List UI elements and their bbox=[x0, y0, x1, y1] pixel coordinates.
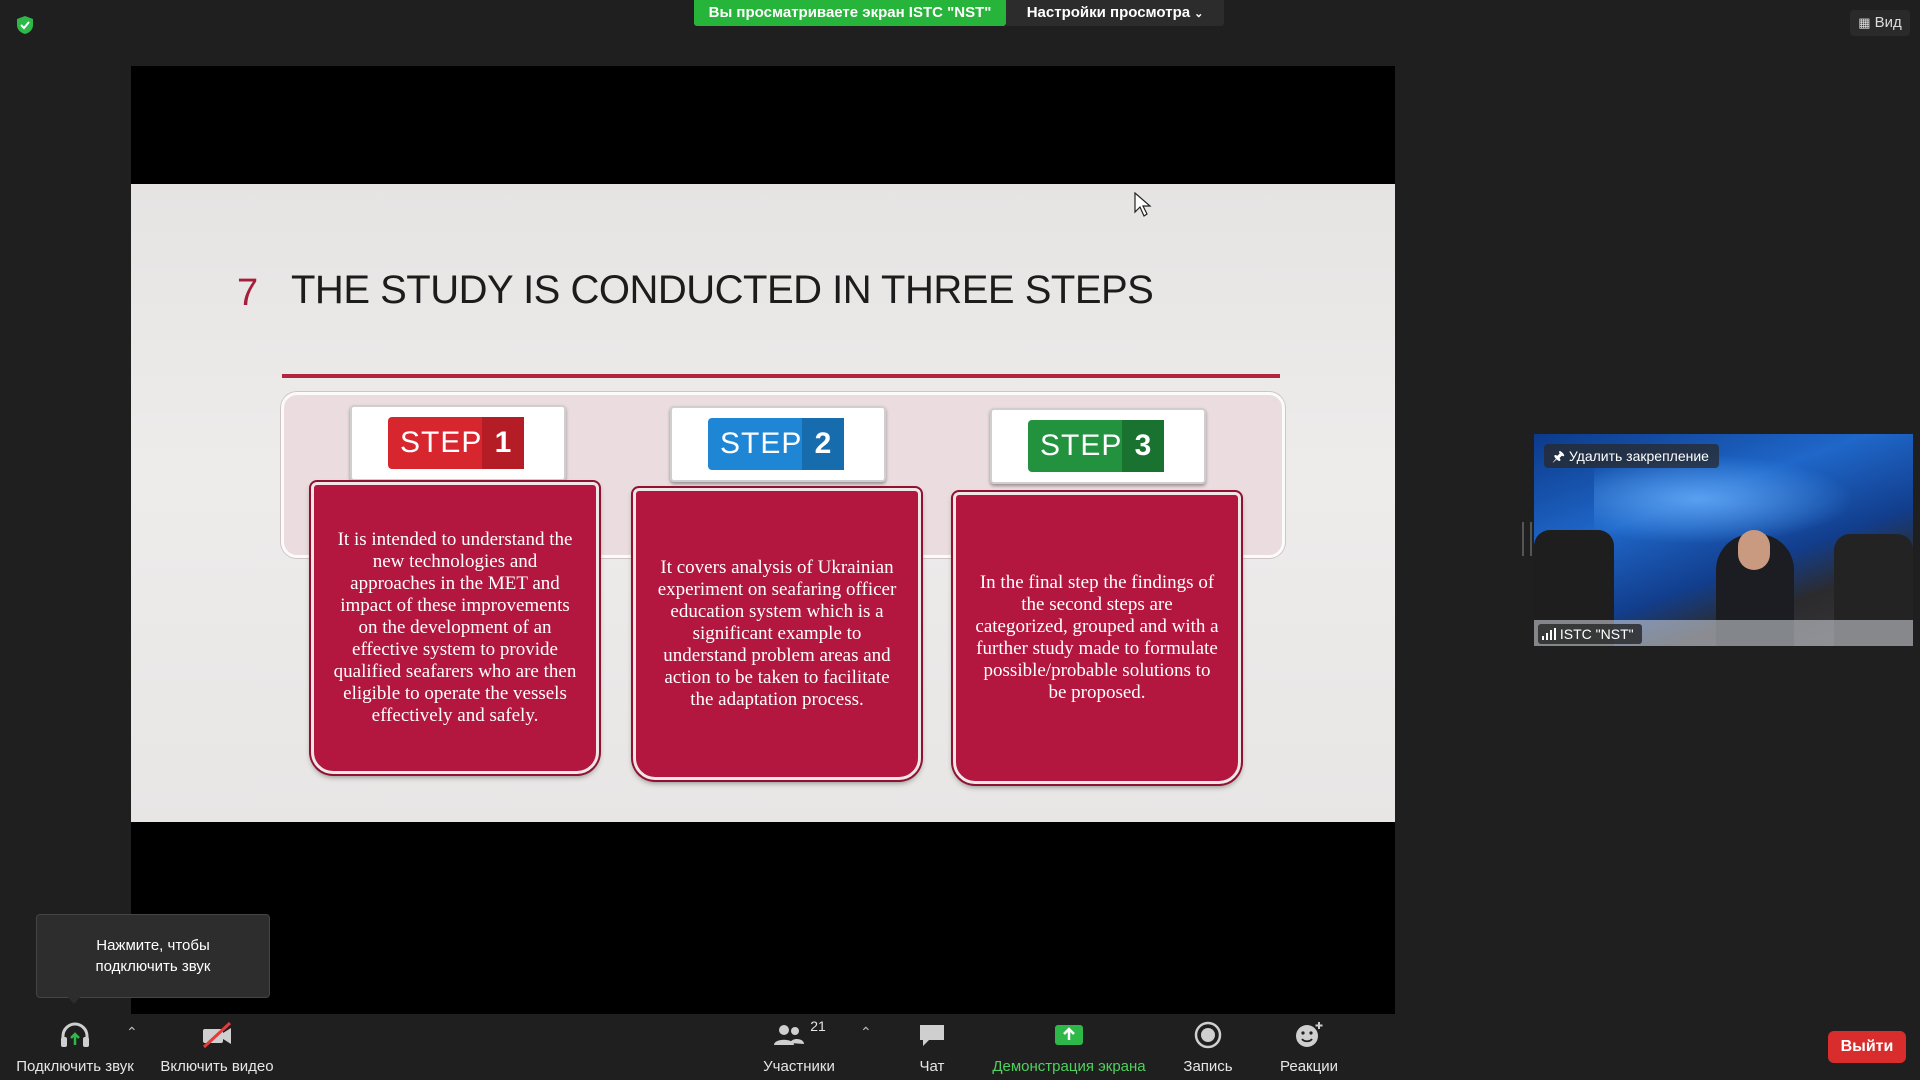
record-icon bbox=[1194, 1021, 1222, 1049]
headphones-icon bbox=[61, 1022, 89, 1047]
step-1-card: It is intended to understand the new tec… bbox=[311, 482, 599, 774]
view-button[interactable]: ▦ Вид bbox=[1850, 10, 1910, 36]
grid-icon: ▦ bbox=[1858, 15, 1871, 30]
mouse-cursor-icon bbox=[1134, 191, 1152, 223]
chat-button[interactable]: Чат bbox=[900, 1018, 964, 1075]
step-1-header: STEP 1 bbox=[350, 405, 566, 481]
tooltip-line-2: подключить звук bbox=[95, 958, 211, 975]
step-2-word: STEP bbox=[720, 427, 803, 460]
chat-icon bbox=[920, 1025, 944, 1046]
step-1-badge: STEP 1 bbox=[388, 417, 524, 469]
participant-name: ISTC "NST" bbox=[1559, 626, 1634, 642]
title-divider bbox=[282, 374, 1280, 378]
step-1-word: STEP bbox=[400, 426, 483, 459]
chat-label: Чат bbox=[919, 1058, 945, 1075]
reactions-label: Реакции bbox=[1280, 1058, 1338, 1075]
start-video-label: Включить видео bbox=[160, 1058, 274, 1075]
participants-options-caret[interactable]: ⌃ bbox=[860, 1024, 872, 1041]
participants-button[interactable]: 21 Участники bbox=[744, 1018, 854, 1075]
join-audio-tooltip: Нажмите, чтобы подключить звук bbox=[36, 914, 270, 998]
step-2-badge: STEP 2 bbox=[708, 418, 844, 470]
step-2-header: STEP 2 bbox=[670, 406, 886, 482]
step-3-word: STEP bbox=[1040, 429, 1123, 462]
join-audio-label: Подключить звук bbox=[16, 1058, 134, 1075]
share-screen-icon bbox=[1055, 1025, 1083, 1045]
chevron-down-icon: ⌄ bbox=[1194, 8, 1204, 20]
participant-face bbox=[1738, 530, 1770, 570]
participants-label: Участники bbox=[763, 1058, 835, 1075]
share-screen-label: Демонстрация экрана bbox=[992, 1058, 1146, 1075]
slide-number: 7 bbox=[237, 272, 259, 314]
step-3-card: In the final step the findings of the se… bbox=[953, 492, 1241, 784]
record-label: Запись bbox=[1183, 1058, 1233, 1075]
step-3-number: 3 bbox=[1122, 420, 1164, 472]
signal-bars-icon bbox=[1542, 628, 1556, 640]
participants-icon bbox=[774, 1025, 805, 1045]
reactions-icon bbox=[1296, 1022, 1323, 1047]
leave-meeting-button[interactable]: Выйти bbox=[1828, 1031, 1906, 1063]
shared-screen[interactable]: 7 THE STUDY IS CONDUCTED IN THREE STEPS … bbox=[131, 66, 1395, 1014]
presentation-slide: 7 THE STUDY IS CONDUCTED IN THREE STEPS … bbox=[131, 184, 1395, 822]
view-options-dropdown[interactable]: Настройки просмотра ⌄ bbox=[1006, 0, 1224, 26]
view-options-label: Настройки просмотра bbox=[1026, 4, 1191, 21]
security-shield-icon[interactable] bbox=[14, 14, 36, 36]
share-screen-button[interactable]: Демонстрация экрана bbox=[986, 1018, 1152, 1075]
participant-name-label: ISTC "NST" bbox=[1538, 624, 1642, 644]
screen-share-banner: Вы просматриваете экран ISTC "NST" bbox=[694, 0, 1006, 26]
panel-resize-handle[interactable] bbox=[1522, 522, 1532, 556]
start-video-button[interactable]: Включить видео bbox=[152, 1018, 282, 1075]
step-2-number: 2 bbox=[802, 418, 844, 470]
step-3-badge: STEP 3 bbox=[1028, 420, 1164, 472]
step-1-number: 1 bbox=[482, 417, 524, 469]
participants-count: 21 bbox=[810, 1018, 826, 1034]
unpin-label: Удалить закрепление bbox=[1568, 448, 1709, 464]
join-audio-button[interactable]: Подключить звук bbox=[10, 1018, 140, 1075]
video-off-icon bbox=[202, 1021, 232, 1049]
tooltip-arrow bbox=[66, 995, 82, 1004]
record-button[interactable]: Запись bbox=[1172, 1018, 1244, 1075]
view-button-label: Вид bbox=[1874, 14, 1902, 31]
tooltip-line-1: Нажмите, чтобы bbox=[96, 937, 210, 954]
audio-options-caret[interactable]: ⌃ bbox=[126, 1024, 138, 1041]
step-3-header: STEP 3 bbox=[990, 408, 1206, 484]
pin-icon: 🖈 bbox=[1552, 448, 1565, 464]
step-2-card: It covers analysis of Ukrainian experime… bbox=[633, 488, 921, 780]
participant-video-tile[interactable]: 🖈 Удалить закрепление ISTC "NST" bbox=[1534, 434, 1913, 646]
unpin-button[interactable]: 🖈 Удалить закрепление bbox=[1544, 444, 1719, 468]
slide-title: THE STUDY IS CONDUCTED IN THREE STEPS bbox=[291, 268, 1154, 312]
reactions-button[interactable]: Реакции bbox=[1272, 1018, 1346, 1075]
